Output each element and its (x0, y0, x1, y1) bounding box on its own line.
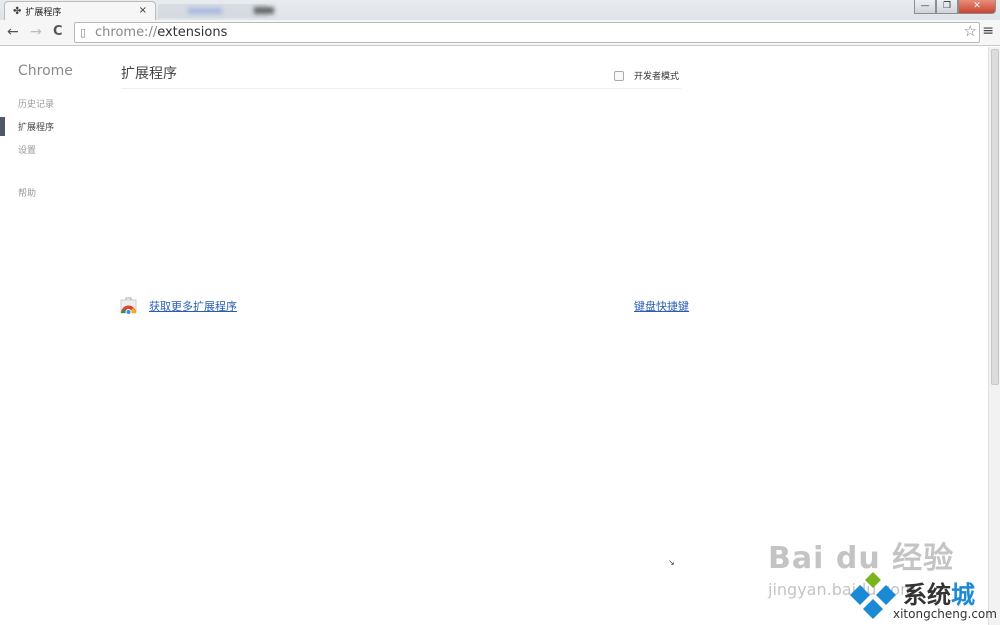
sidebar-item-settings[interactable]: 设置 (18, 143, 36, 156)
chrome-web-store-icon (120, 297, 137, 314)
puzzle-icon: ✤ (13, 6, 22, 17)
sidebar-item-extensions[interactable]: 扩展程序 (18, 120, 54, 133)
scrollbar[interactable] (988, 47, 1000, 625)
tab-extensions[interactable]: ✤ 扩展程序 × (4, 1, 156, 21)
keyboard-shortcuts-link[interactable]: 键盘快捷键 (634, 298, 689, 314)
sidebar-item-help[interactable]: 帮助 (18, 186, 36, 199)
page-icon: ▯ (80, 26, 87, 39)
url-scheme: chrome:// (95, 25, 158, 40)
title-bar: ✤ 扩展程序 × — ❐ ✕ (0, 0, 1000, 21)
blurred-area (188, 8, 222, 14)
scrollbar-thumb[interactable] (991, 49, 999, 385)
tab-title: 扩展程序 (25, 8, 62, 18)
window-controls: — ❐ ✕ (914, 0, 996, 14)
menu-icon[interactable]: ≡ (982, 23, 994, 39)
divider (121, 88, 681, 89)
page-title: 扩展程序 (121, 66, 177, 82)
blurred-area (254, 7, 274, 14)
forward-button[interactable]: → (30, 24, 42, 40)
xitongcheng-logo-text: 系统城 (903, 581, 975, 609)
developer-mode-label: 开发者模式 (634, 72, 680, 82)
close-window-button[interactable]: ✕ (958, 0, 996, 14)
mouse-cursor-icon: ↘ (668, 558, 675, 567)
reload-button[interactable]: C (53, 24, 63, 39)
xitongcheng-url: xitongcheng.com (893, 607, 997, 621)
sidebar-title: Chrome (18, 63, 73, 79)
developer-mode-toggle[interactable]: 开发者模式 (614, 69, 679, 82)
xitongcheng-logo-icon (850, 572, 896, 619)
maximize-button[interactable]: ❐ (936, 0, 958, 14)
get-more-extensions-link[interactable]: 获取更多扩展程序 (149, 298, 237, 314)
bookmark-star-icon[interactable]: ☆ (964, 22, 977, 41)
developer-mode-checkbox[interactable] (614, 70, 624, 81)
minimize-button[interactable]: — (914, 0, 936, 14)
tab-close-button[interactable]: × (139, 5, 147, 16)
address-bar[interactable]: ▯ chrome://extensions ☆ (74, 22, 980, 43)
browser-toolbar: ← → C ▯ chrome://extensions ☆ ≡ (0, 20, 1000, 46)
url-path: extensions (157, 25, 228, 40)
baidu-watermark: Bai du 经验 (768, 541, 955, 576)
back-button[interactable]: ← (7, 24, 19, 40)
selected-indicator (0, 117, 5, 136)
sidebar-item-history[interactable]: 历史记录 (18, 97, 54, 110)
